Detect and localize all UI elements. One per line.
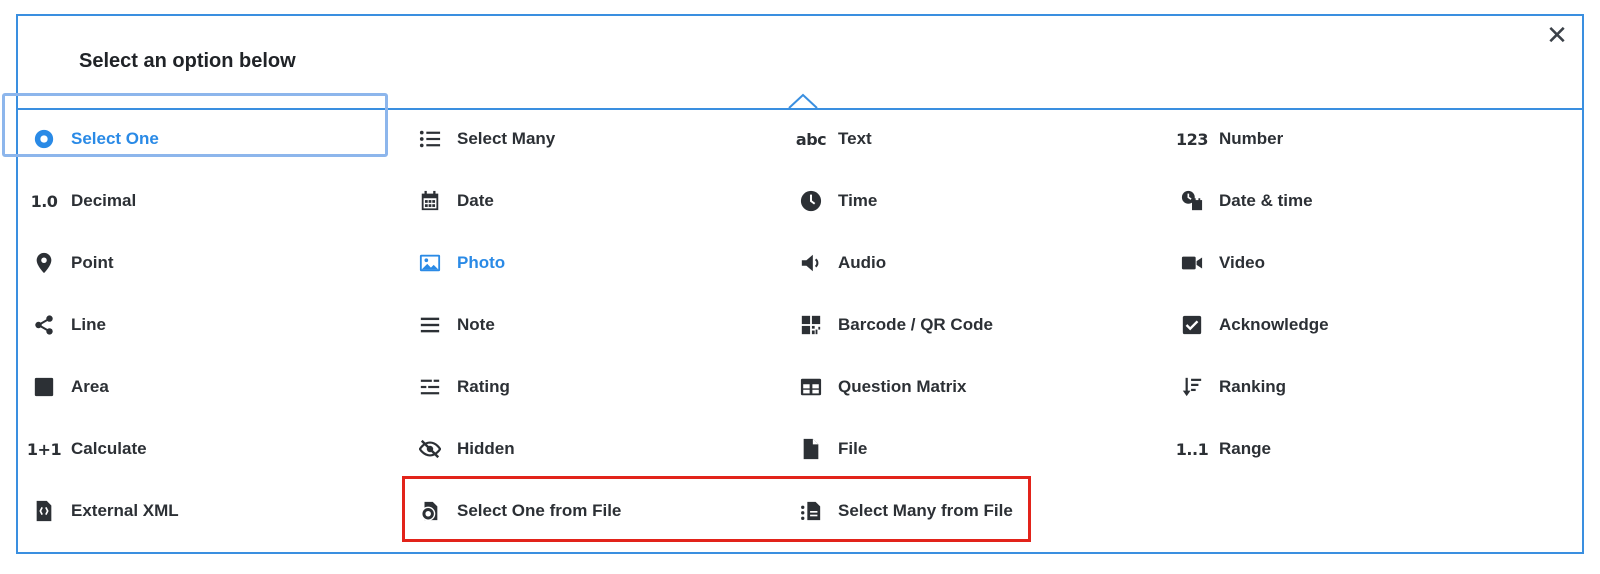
option-point[interactable]: Point (18, 232, 404, 294)
option-note[interactable]: Note (404, 294, 785, 356)
qr-code-icon (797, 311, 825, 339)
option-label: Audio (838, 253, 887, 272)
option-label: External XML (71, 501, 179, 520)
option-select-one[interactable]: Select One (18, 108, 404, 170)
number-icon: 123 (1176, 125, 1208, 153)
decimal-icon-text: 1.0 (30, 191, 58, 211)
image-icon (416, 249, 444, 277)
option-label: Acknowledge (1219, 315, 1329, 334)
option-range[interactable]: 1..1 Range (1166, 418, 1566, 480)
option-acknowledge[interactable]: Acknowledge (1166, 294, 1566, 356)
calculate-icon-text: 1+1 (26, 439, 62, 459)
option-label: Select One (71, 129, 159, 148)
decimal-icon: 1.0 (30, 187, 58, 215)
list-icon (416, 125, 444, 153)
option-external-xml[interactable]: External XML (18, 480, 404, 542)
map-pin-icon (30, 249, 58, 277)
abc-icon-text: abc (795, 129, 827, 149)
option-label: File (838, 439, 868, 458)
option-date-time[interactable]: Date & time (1166, 170, 1566, 232)
number-icon-text: 123 (1176, 129, 1208, 149)
option-rating[interactable]: Rating (404, 356, 785, 418)
option-label: Line (71, 315, 106, 334)
option-label: Photo (457, 253, 506, 272)
option-label: Text (838, 129, 872, 148)
option-line[interactable]: Line (18, 294, 404, 356)
rating-icon (416, 373, 444, 401)
square-icon (30, 373, 58, 401)
option-ranking[interactable]: Ranking (1166, 356, 1566, 418)
option-area[interactable]: Area (18, 356, 404, 418)
option-label: Range (1219, 439, 1271, 458)
clock-icon (797, 187, 825, 215)
option-video[interactable]: Video (1166, 232, 1566, 294)
question-type-dialog: Select an option below ✕ Select One Sele… (16, 14, 1584, 554)
option-select-many[interactable]: Select Many (404, 108, 785, 170)
calendar-icon (416, 187, 444, 215)
calculate-icon: 1+1 (26, 435, 62, 463)
sort-icon (1178, 373, 1206, 401)
option-hidden[interactable]: Hidden (404, 418, 785, 480)
option-label: Date & time (1219, 191, 1313, 210)
option-label: Ranking (1219, 377, 1287, 396)
date-time-icon (1178, 187, 1206, 215)
option-audio[interactable]: Audio (785, 232, 1166, 294)
file-icon (797, 435, 825, 463)
option-label: Question Matrix (838, 377, 967, 396)
option-barcode[interactable]: Barcode / QR Code (785, 294, 1166, 356)
close-icon[interactable]: ✕ (1544, 22, 1570, 48)
share-nodes-icon (30, 311, 58, 339)
option-file[interactable]: File (785, 418, 1166, 480)
option-label: Point (71, 253, 114, 272)
radio-dot-icon (30, 125, 58, 153)
option-label: Select Many from File (838, 501, 1013, 520)
option-label: Select Many (457, 129, 556, 148)
option-label: Hidden (457, 439, 515, 458)
dialog-title: Select an option below (79, 50, 296, 72)
option-time[interactable]: Time (785, 170, 1166, 232)
xml-file-icon (30, 497, 58, 525)
speaker-icon (797, 249, 825, 277)
option-decimal[interactable]: 1.0 Decimal (18, 170, 404, 232)
option-label: Note (457, 315, 495, 334)
option-question-matrix[interactable]: Question Matrix (785, 356, 1166, 418)
option-label: Rating (457, 377, 510, 396)
eye-slash-icon (416, 435, 444, 463)
range-icon: 1..1 (1175, 435, 1209, 463)
range-icon-text: 1..1 (1175, 439, 1209, 459)
option-label: Barcode / QR Code (838, 315, 993, 334)
table-icon (797, 373, 825, 401)
abc-icon: abc (795, 125, 827, 153)
option-text[interactable]: abc Text (785, 108, 1166, 170)
option-label: Video (1219, 253, 1265, 272)
option-label: Time (838, 191, 878, 210)
option-label: Number (1219, 129, 1284, 148)
checkbox-icon (1178, 311, 1206, 339)
option-select-one-from-file[interactable]: Select One from File (404, 480, 785, 542)
option-label: Area (71, 377, 109, 396)
option-label: Calculate (71, 439, 147, 458)
video-camera-icon (1178, 249, 1206, 277)
file-select-many-icon (797, 497, 825, 525)
option-label: Date (457, 191, 494, 210)
option-label: Decimal (71, 191, 137, 210)
option-calculate[interactable]: 1+1 Calculate (18, 418, 404, 480)
lines-icon (416, 311, 444, 339)
option-date[interactable]: Date (404, 170, 785, 232)
option-select-many-from-file[interactable]: Select Many from File (785, 480, 1166, 542)
option-number[interactable]: 123 Number (1166, 108, 1566, 170)
option-photo[interactable]: Photo (404, 232, 785, 294)
option-label: Select One from File (457, 501, 622, 520)
file-select-one-icon (416, 497, 444, 525)
